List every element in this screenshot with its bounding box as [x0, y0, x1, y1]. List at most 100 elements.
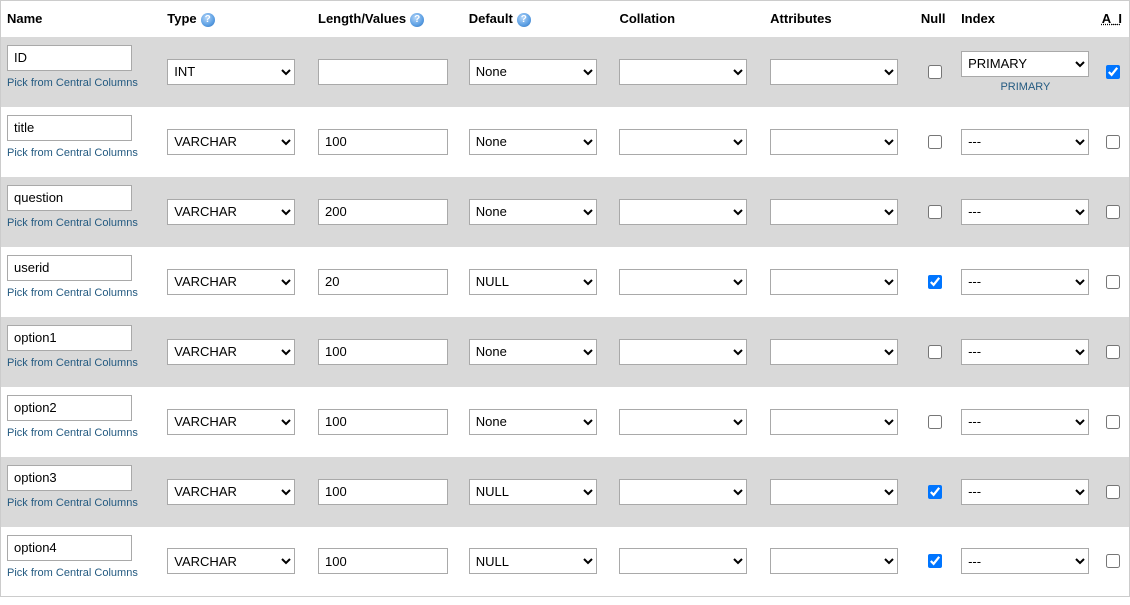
pick-central-columns-link[interactable]: Pick from Central Columns	[7, 497, 155, 509]
header-name: Name	[1, 1, 162, 37]
length-input[interactable]	[318, 269, 448, 295]
pick-central-columns-link[interactable]: Pick from Central Columns	[7, 357, 155, 369]
type-select[interactable]: INTVARCHARTEXTDATE	[167, 339, 295, 365]
type-select[interactable]: INTVARCHARTEXTDATE	[167, 479, 295, 505]
length-input[interactable]	[318, 548, 448, 574]
attributes-select[interactable]	[770, 339, 898, 365]
attributes-select[interactable]	[770, 199, 898, 225]
column-definition-table: Name Type? Length/Values? Default? Colla…	[0, 0, 1130, 597]
index-select[interactable]: ---PRIMARYUNIQUEINDEXFULLTEXTSPATIAL	[961, 51, 1089, 77]
column-name-input[interactable]	[7, 115, 132, 141]
collation-select[interactable]	[619, 199, 747, 225]
length-input[interactable]	[318, 409, 448, 435]
pick-central-columns-link[interactable]: Pick from Central Columns	[7, 147, 155, 159]
auto-increment-checkbox[interactable]	[1106, 135, 1120, 149]
column-row: Pick from Central Columns INTVARCHARTEXTD…	[1, 37, 1130, 107]
type-select[interactable]: INTVARCHARTEXTDATE	[167, 129, 295, 155]
attributes-select[interactable]	[770, 59, 898, 85]
header-collation: Collation	[613, 1, 764, 37]
index-select[interactable]: ---PRIMARYUNIQUEINDEXFULLTEXTSPATIAL	[961, 269, 1089, 295]
null-checkbox[interactable]	[928, 345, 942, 359]
null-checkbox[interactable]	[928, 554, 942, 568]
null-checkbox[interactable]	[928, 415, 942, 429]
auto-increment-checkbox[interactable]	[1106, 345, 1120, 359]
null-checkbox[interactable]	[928, 65, 942, 79]
default-select[interactable]: NoneNULLCURRENT_TIMESTAMPAs defined:	[469, 269, 597, 295]
attributes-select[interactable]	[770, 269, 898, 295]
default-select[interactable]: NoneNULLCURRENT_TIMESTAMPAs defined:	[469, 199, 597, 225]
index-select[interactable]: ---PRIMARYUNIQUEINDEXFULLTEXTSPATIAL	[961, 129, 1089, 155]
column-row: Pick from Central Columns INTVARCHARTEXTD…	[1, 527, 1130, 597]
default-select[interactable]: NoneNULLCURRENT_TIMESTAMPAs defined:	[469, 479, 597, 505]
column-name-input[interactable]	[7, 185, 132, 211]
pick-central-columns-link[interactable]: Pick from Central Columns	[7, 217, 155, 229]
column-name-input[interactable]	[7, 255, 132, 281]
default-select[interactable]: NoneNULLCURRENT_TIMESTAMPAs defined:	[469, 339, 597, 365]
header-row: Name Type? Length/Values? Default? Colla…	[1, 1, 1130, 37]
pick-central-columns-link[interactable]: Pick from Central Columns	[7, 287, 155, 299]
auto-increment-checkbox[interactable]	[1106, 205, 1120, 219]
header-ai: A_I	[1096, 1, 1130, 37]
index-select[interactable]: ---PRIMARYUNIQUEINDEXFULLTEXTSPATIAL	[961, 479, 1089, 505]
auto-increment-checkbox[interactable]	[1106, 485, 1120, 499]
length-input[interactable]	[318, 59, 448, 85]
collation-select[interactable]	[619, 129, 747, 155]
header-length: Length/Values?	[312, 1, 463, 37]
help-icon[interactable]: ?	[517, 13, 531, 27]
header-null: Null	[915, 1, 955, 37]
null-checkbox[interactable]	[928, 135, 942, 149]
index-select[interactable]: ---PRIMARYUNIQUEINDEXFULLTEXTSPATIAL	[961, 409, 1089, 435]
null-checkbox[interactable]	[928, 275, 942, 289]
pick-central-columns-link[interactable]: Pick from Central Columns	[7, 567, 155, 579]
help-icon[interactable]: ?	[201, 13, 215, 27]
default-select[interactable]: NoneNULLCURRENT_TIMESTAMPAs defined:	[469, 409, 597, 435]
length-input[interactable]	[318, 199, 448, 225]
column-row: Pick from Central Columns INTVARCHARTEXTD…	[1, 457, 1130, 527]
column-row: Pick from Central Columns INTVARCHARTEXTD…	[1, 387, 1130, 457]
header-type: Type?	[161, 1, 312, 37]
length-input[interactable]	[318, 129, 448, 155]
type-select[interactable]: INTVARCHARTEXTDATE	[167, 199, 295, 225]
index-select[interactable]: ---PRIMARYUNIQUEINDEXFULLTEXTSPATIAL	[961, 339, 1089, 365]
default-select[interactable]: NoneNULLCURRENT_TIMESTAMPAs defined:	[469, 548, 597, 574]
index-sub-label: PRIMARY	[961, 81, 1090, 93]
null-checkbox[interactable]	[928, 205, 942, 219]
column-row: Pick from Central Columns INTVARCHARTEXTD…	[1, 247, 1130, 317]
column-name-input[interactable]	[7, 45, 132, 71]
length-input[interactable]	[318, 479, 448, 505]
type-select[interactable]: INTVARCHARTEXTDATE	[167, 269, 295, 295]
help-icon[interactable]: ?	[410, 13, 424, 27]
null-checkbox[interactable]	[928, 485, 942, 499]
type-select[interactable]: INTVARCHARTEXTDATE	[167, 409, 295, 435]
collation-select[interactable]	[619, 269, 747, 295]
column-name-input[interactable]	[7, 325, 132, 351]
column-name-input[interactable]	[7, 535, 132, 561]
default-select[interactable]: NoneNULLCURRENT_TIMESTAMPAs defined:	[469, 59, 597, 85]
index-select[interactable]: ---PRIMARYUNIQUEINDEXFULLTEXTSPATIAL	[961, 199, 1089, 225]
attributes-select[interactable]	[770, 129, 898, 155]
length-input[interactable]	[318, 339, 448, 365]
auto-increment-checkbox[interactable]	[1106, 415, 1120, 429]
collation-select[interactable]	[619, 339, 747, 365]
header-index: Index	[955, 1, 1096, 37]
collation-select[interactable]	[619, 479, 747, 505]
column-name-input[interactable]	[7, 465, 132, 491]
auto-increment-checkbox[interactable]	[1106, 275, 1120, 289]
pick-central-columns-link[interactable]: Pick from Central Columns	[7, 77, 155, 89]
column-row: Pick from Central Columns INTVARCHARTEXTD…	[1, 107, 1130, 177]
auto-increment-checkbox[interactable]	[1106, 65, 1120, 79]
default-select[interactable]: NoneNULLCURRENT_TIMESTAMPAs defined:	[469, 129, 597, 155]
collation-select[interactable]	[619, 409, 747, 435]
collation-select[interactable]	[619, 59, 747, 85]
attributes-select[interactable]	[770, 548, 898, 574]
collation-select[interactable]	[619, 548, 747, 574]
auto-increment-checkbox[interactable]	[1106, 554, 1120, 568]
type-select[interactable]: INTVARCHARTEXTDATE	[167, 59, 295, 85]
column-name-input[interactable]	[7, 395, 132, 421]
index-select[interactable]: ---PRIMARYUNIQUEINDEXFULLTEXTSPATIAL	[961, 548, 1089, 574]
column-row: Pick from Central Columns INTVARCHARTEXTD…	[1, 177, 1130, 247]
attributes-select[interactable]	[770, 479, 898, 505]
pick-central-columns-link[interactable]: Pick from Central Columns	[7, 427, 155, 439]
attributes-select[interactable]	[770, 409, 898, 435]
type-select[interactable]: INTVARCHARTEXTDATE	[167, 548, 295, 574]
